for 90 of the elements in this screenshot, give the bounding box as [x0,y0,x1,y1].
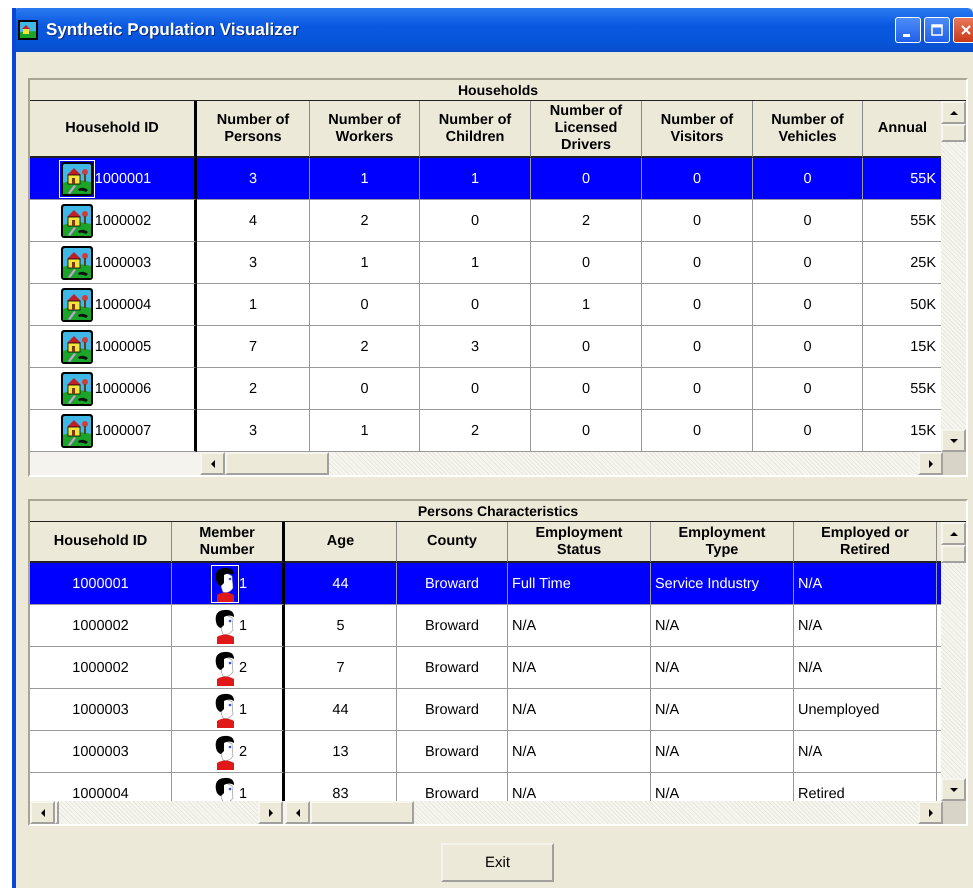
cell-text: 1000001 [94,170,152,186]
horizontal-scrollbar[interactable] [30,801,283,824]
table-row[interactable]: 1000004 1 83 Broward N/A N/A Retired [30,773,941,801]
scroll-right-button[interactable] [918,452,943,475]
left-arrow-icon [38,808,46,816]
close-button[interactable] [953,17,973,43]
table-row[interactable]: 1000007 3 1 2 0 0 0 15K [30,410,941,452]
table-title: Households [30,80,966,101]
scroll-down-button[interactable] [941,429,966,452]
app-icon [18,20,38,40]
scroll-left-button[interactable] [30,801,55,824]
cell-text: 1 [238,576,248,592]
cell-text: 2 [238,660,248,676]
cell-text: 1 [238,786,248,801]
scroll-up-button[interactable] [941,101,966,124]
column-header[interactable]: Household ID [30,101,197,158]
close-icon [960,24,972,36]
column-header[interactable]: County [397,522,508,563]
scroll-left-button[interactable] [200,452,225,475]
cell-text: 1000003 [94,254,152,270]
cell-text: 1 [238,702,248,718]
column-header[interactable]: Member Number [172,522,285,563]
scroll-right-button[interactable] [918,801,943,824]
right-arrow-icon [266,808,274,816]
house-icon [60,160,94,196]
table-row[interactable]: 1000006 2 0 0 0 0 0 55K [30,368,941,410]
minimize-icon [902,34,910,36]
exit-button[interactable]: Exit [441,843,554,882]
column-header[interactable]: Number of Persons [197,101,310,158]
table-row[interactable]: 1000001 3 1 1 0 0 0 55K [30,158,941,200]
house-icon [60,370,94,406]
window-title: Synthetic Population Visualizer [46,20,299,40]
house-icon [60,286,94,322]
column-header[interactable]: Employed or Retired [794,522,937,563]
maximize-icon [931,24,943,36]
scroll-left-button[interactable] [285,801,310,824]
table-row[interactable]: 1000005 7 2 3 0 0 0 15K [30,326,941,368]
up-arrow-icon [950,108,958,116]
table-row[interactable]: 1000003 2 13 Broward N/A N/A N/A [30,731,941,773]
cell-text: 1000005 [94,338,152,354]
horizontal-scrollbar[interactable] [200,452,943,475]
table-row[interactable]: 1000002 2 7 Broward N/A N/A N/A [30,647,941,689]
up-arrow-icon [950,530,958,538]
scroll-right-button[interactable] [258,801,283,824]
table-row[interactable]: 1000002 4 2 0 2 0 0 55K [30,200,941,242]
horizontal-scrollbar[interactable] [285,801,943,824]
cell-text: 1000002 [94,212,152,228]
scrollbar-corner [943,801,966,824]
vertical-scrollbar[interactable] [941,522,966,801]
table-row[interactable]: 1000003 1 44 Broward N/A N/A Unemployed [30,689,941,731]
maximize-button[interactable] [924,17,950,43]
cell-text: 1000004 [94,296,152,312]
table-row[interactable]: 1000001 1 44 Broward Full Time Service Industry N/A [30,563,941,605]
column-header[interactable]: Household ID [30,522,172,563]
left-arrow-icon [208,460,216,468]
cell-text: 1 [238,618,248,634]
left-arrow-icon [294,808,302,816]
column-header[interactable]: Number of Vehicles [753,101,863,158]
scroll-thumb[interactable] [941,545,966,563]
cell-text: 1000006 [94,380,152,396]
column-header[interactable]: Employment Type [651,522,794,563]
right-arrow-icon [926,460,934,468]
house-icon [60,328,94,364]
house-icon [60,244,94,280]
right-arrow-icon [926,808,934,816]
table-title: Persons Characteristics [30,501,966,522]
scroll-up-button[interactable] [941,522,966,545]
vertical-scrollbar[interactable] [941,101,966,452]
cell-text: 2 [238,744,248,760]
house-icon [60,412,94,448]
column-header[interactable]: Number of Visitors [642,101,753,158]
scrollbar-corner [943,452,966,475]
column-header[interactable]: Number of Children [420,101,531,158]
column-header[interactable]: Employment Status [508,522,651,563]
scroll-thumb[interactable] [310,801,414,824]
scroll-thumb[interactable] [225,452,329,475]
down-arrow-icon [950,786,958,794]
house-icon [60,202,94,238]
minimize-button[interactable] [895,17,921,43]
column-header[interactable]: Age [285,522,397,563]
column-header[interactable]: Number of Workers [310,101,420,158]
cell-text: 1000007 [94,422,152,438]
column-header[interactable]: Number of Licensed Drivers [531,101,642,158]
column-header[interactable]: Annual [863,101,941,158]
table-row[interactable]: 1000003 3 1 1 0 0 0 25K [30,242,941,284]
table-row[interactable]: 1000004 1 0 0 1 0 0 50K [30,284,941,326]
down-arrow-icon [950,436,958,444]
table-row[interactable]: 1000002 1 5 Broward N/A N/A N/A [30,605,941,647]
scroll-thumb[interactable] [941,124,966,142]
scroll-down-button[interactable] [941,778,966,801]
